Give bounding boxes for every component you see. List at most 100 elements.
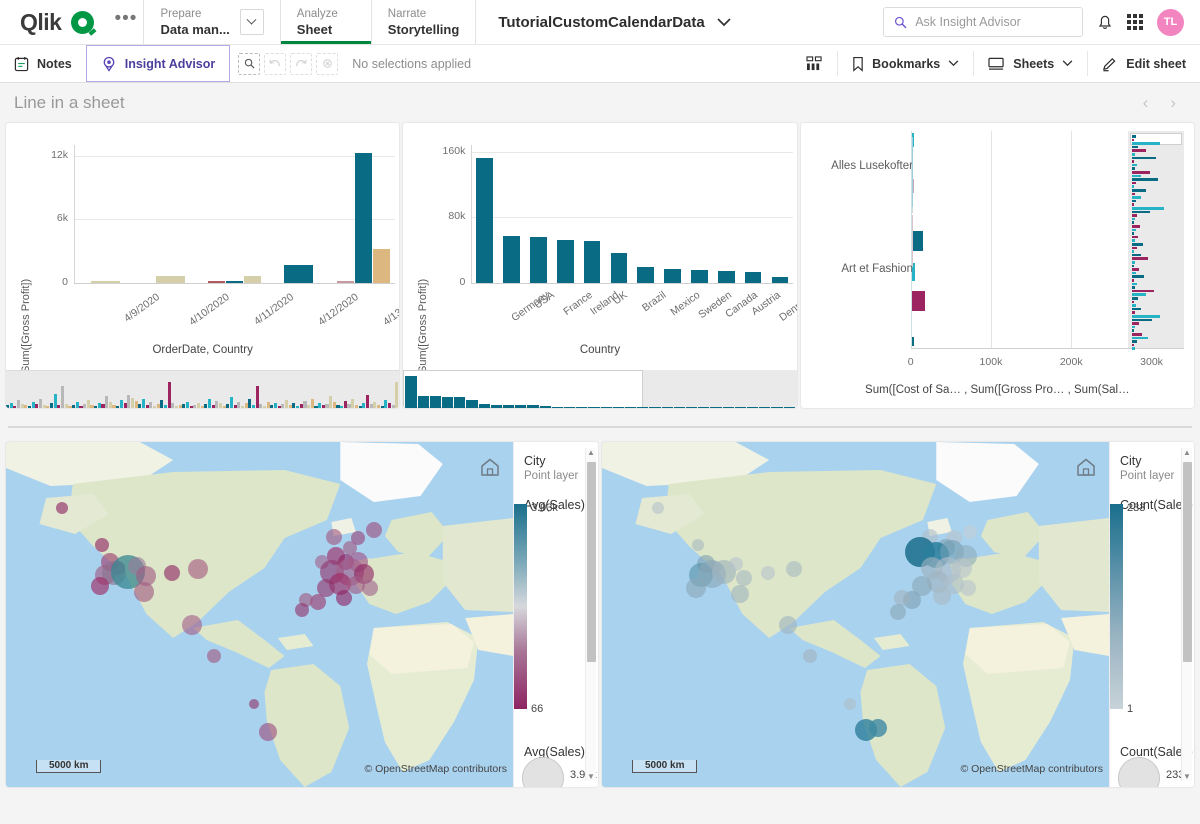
app-title-dropdown[interactable]: TutorialCustomCalendarData [476, 0, 752, 44]
chart1-bar[interactable] [207, 281, 225, 283]
scroll-up-icon[interactable]: ▲ [587, 448, 595, 457]
chart2-plot-area[interactable]: 0 80k 160k Germany USA France Ireland UK Brazil M… [403, 123, 797, 408]
map-data-point[interactable] [249, 699, 259, 709]
chart2-bar[interactable] [610, 253, 628, 283]
map-data-point[interactable] [362, 580, 378, 596]
chart2-bar[interactable] [771, 276, 789, 283]
map-home-button[interactable] [479, 456, 501, 478]
next-sheet-button[interactable]: › [1170, 93, 1176, 113]
map-data-point[interactable] [960, 580, 976, 596]
chart3-scroll-panel[interactable] [1127, 131, 1184, 350]
map-data-point[interactable] [652, 502, 664, 514]
chart1-scroll-minichart[interactable] [6, 370, 400, 408]
map-count-sales[interactable]: 5000 km © OpenStreetMap contributors Cit… [602, 442, 1194, 787]
map-data-point[interactable] [963, 525, 977, 539]
map-data-point[interactable] [207, 649, 221, 663]
map-data-point[interactable] [731, 585, 749, 603]
chart3-bar[interactable] [911, 231, 923, 251]
search-input[interactable] [915, 15, 1072, 29]
map-data-point[interactable] [761, 566, 775, 580]
map-data-point[interactable] [91, 577, 109, 595]
map-data-point[interactable] [933, 587, 951, 605]
step-back-button[interactable] [264, 52, 287, 75]
chart3-bar[interactable] [911, 337, 915, 346]
chart1-bar[interactable] [284, 264, 314, 283]
insight-advisor-search[interactable] [883, 7, 1083, 37]
scroll-up-icon[interactable]: ▲ [1183, 448, 1191, 457]
scroll-down-icon[interactable]: ▼ [1183, 772, 1191, 781]
chart2-bar[interactable] [583, 240, 601, 283]
map-count-sales-canvas[interactable]: 5000 km © OpenStreetMap contributors [602, 442, 1109, 787]
edit-sheet-button[interactable]: Edit sheet [1088, 45, 1200, 82]
map-data-point[interactable] [686, 578, 706, 598]
clear-selections-button[interactable] [316, 52, 339, 75]
step-forward-button[interactable] [290, 52, 313, 75]
nav-prepare-dropdown[interactable] [239, 9, 264, 35]
map-data-point[interactable] [188, 559, 208, 579]
qlik-logo[interactable]: Qlik [0, 0, 108, 44]
scroll-down-icon[interactable]: ▼ [587, 772, 595, 781]
chart1-bar[interactable] [354, 153, 372, 283]
nav-prepare[interactable]: Prepare Data man... [144, 0, 279, 44]
map-data-point[interactable] [134, 582, 154, 602]
map-data-point[interactable] [779, 616, 797, 634]
map-data-point[interactable] [869, 719, 887, 737]
user-avatar[interactable]: TL [1157, 8, 1184, 36]
nav-analyze[interactable]: Analyze Sheet [280, 0, 371, 44]
sheet-overview-button[interactable] [792, 45, 837, 82]
chart2-bar[interactable] [503, 236, 520, 283]
map-data-point[interactable] [295, 603, 309, 617]
chart1-plot-area[interactable]: 0 6k 12k 4/9/2020 4/10/2020 4/11/2020 4/12/202… [6, 123, 399, 408]
chart2-scroll-minichart[interactable] [403, 370, 797, 408]
map-data-point[interactable] [182, 615, 202, 635]
chart2-bar[interactable] [691, 270, 708, 283]
chart3-plot-area[interactable]: 0 100k 200k 300k Alles Lusekofter Art et Fash… [801, 123, 1194, 408]
chart2-bar[interactable] [476, 158, 494, 283]
chart1-bar[interactable] [155, 275, 185, 283]
map-data-point[interactable] [95, 538, 109, 552]
map-data-point[interactable] [729, 557, 743, 571]
map-avg-sales-canvas[interactable]: 5000 km © OpenStreetMap contributors [6, 442, 513, 787]
chart1-bar[interactable] [225, 280, 244, 283]
chart2-bar[interactable] [530, 236, 547, 283]
chart1-bar[interactable] [372, 249, 390, 283]
chart1-bar[interactable] [336, 281, 354, 283]
map-data-point[interactable] [366, 522, 382, 538]
map-data-point[interactable] [326, 529, 342, 545]
chart2-bar[interactable] [637, 266, 655, 283]
notes-button[interactable]: Notes [0, 45, 86, 82]
nav-narrate[interactable]: Narrate Storytelling [372, 0, 476, 44]
chart2-bar[interactable] [744, 271, 762, 283]
insight-advisor-button[interactable]: Insight Advisor [85, 45, 231, 82]
bookmarks-button[interactable]: Bookmarks [838, 45, 973, 82]
map-avg-sales[interactable]: 5000 km © OpenStreetMap contributors Cit… [6, 442, 598, 787]
chart1-bar[interactable] [244, 275, 262, 283]
sheets-button[interactable]: Sheets [974, 45, 1087, 82]
map-data-point[interactable] [890, 604, 906, 620]
chart2-bar[interactable] [664, 269, 681, 283]
map-data-point[interactable] [844, 698, 856, 710]
more-options-button[interactable]: ••• [108, 0, 143, 44]
map-data-point[interactable] [56, 502, 68, 514]
scrollbar-thumb[interactable] [1182, 462, 1192, 662]
app-launcher-button[interactable] [1127, 14, 1143, 30]
map-data-point[interactable] [692, 539, 704, 551]
legend-scrollbar[interactable]: ▲ ▼ [1181, 448, 1192, 781]
chart-gross-profit-by-orderdate[interactable]: Sum([Gross Profit]) 0 6k 12k 4/9/2020 4/10/2… [6, 123, 400, 408]
chart1-bar[interactable] [91, 281, 121, 283]
map-data-point[interactable] [803, 649, 817, 663]
previous-sheet-button[interactable]: ‹ [1143, 93, 1149, 113]
chart3-bar[interactable] [911, 291, 925, 311]
map-data-point[interactable] [336, 590, 352, 606]
chart2-bar[interactable] [717, 271, 735, 283]
map-data-point[interactable] [786, 561, 802, 577]
map-data-point[interactable] [164, 565, 180, 581]
map-home-button[interactable] [1075, 456, 1097, 478]
map-data-point[interactable] [259, 723, 277, 741]
map-data-point[interactable] [736, 570, 752, 586]
notifications-button[interactable] [1097, 13, 1113, 31]
chart-gross-profit-by-country[interactable]: Sum([Gross Profit]) 0 80k 160k Germany USA Fr… [403, 123, 797, 408]
legend-scrollbar[interactable]: ▲ ▼ [585, 448, 596, 781]
chart2-bar[interactable] [556, 239, 574, 283]
scrollbar-thumb[interactable] [586, 462, 596, 662]
